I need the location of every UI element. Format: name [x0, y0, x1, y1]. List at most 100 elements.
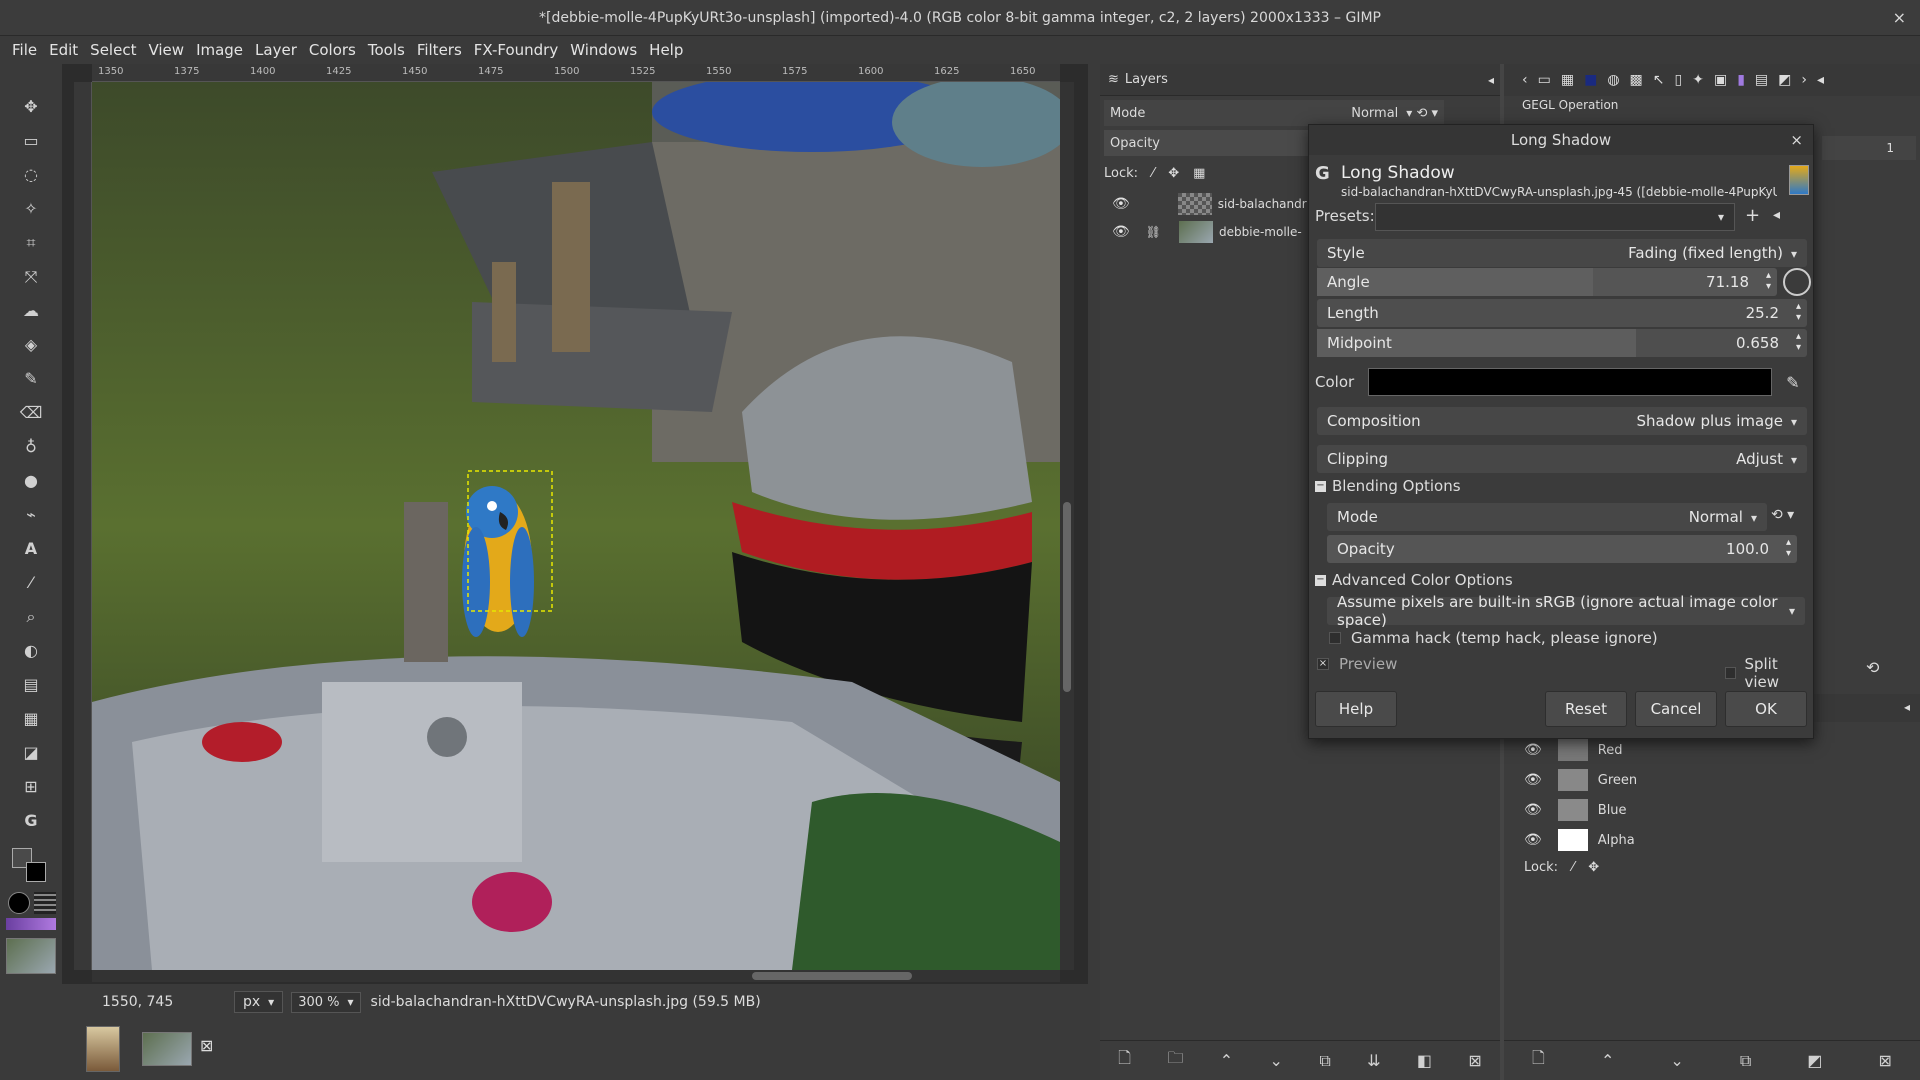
merge-layer-icon[interactable]: ⇊	[1367, 1051, 1380, 1070]
channel-row[interactable]: 👁 Green	[1524, 766, 1914, 794]
blend-mode-select[interactable]: Mode Normal ▾	[1327, 503, 1767, 531]
horizontal-scrollbar[interactable]	[92, 970, 1060, 982]
menu-tools[interactable]: Tools	[362, 41, 411, 59]
warp-tool-icon[interactable]: ☁	[18, 298, 44, 324]
channel-to-selection-icon[interactable]: ◩	[1807, 1051, 1822, 1070]
presets-menu-icon[interactable]: ◂	[1773, 207, 1780, 223]
menu-colors[interactable]: Colors	[303, 41, 362, 59]
brush-preview-icon[interactable]	[8, 892, 30, 914]
visibility-eye-icon[interactable]: 👁	[1112, 224, 1130, 240]
ok-button[interactable]: OK	[1725, 691, 1807, 727]
color-picker-tool-icon[interactable]: ⁄	[18, 570, 44, 596]
opacity-spin-icon[interactable]: ▴ ▾	[1786, 537, 1791, 559]
advanced-color-expander[interactable]: − Advanced Color Options	[1315, 571, 1513, 589]
histogram-icon[interactable]: ▤	[1755, 72, 1768, 88]
preview-checkbox[interactable]: × Preview	[1317, 655, 1397, 673]
menu-select[interactable]: Select	[84, 41, 142, 59]
zoom-select[interactable]: 300 % ▾	[291, 991, 361, 1013]
reset-button[interactable]: Reset	[1545, 691, 1627, 727]
composition-select[interactable]: Composition Shadow plus image ▾	[1317, 407, 1807, 435]
panel-divider[interactable]	[1088, 64, 1100, 1080]
menu-help[interactable]: Help	[643, 41, 689, 59]
gegl-tool-icon[interactable]: ▤	[18, 672, 44, 698]
visibility-eye-icon[interactable]: 👁	[1524, 742, 1542, 758]
pattern-preview-icon[interactable]	[34, 892, 56, 914]
shadow-color-button[interactable]	[1368, 368, 1773, 396]
menu-fx-foundry[interactable]: FX-Foundry	[468, 41, 564, 59]
dodge-tool-icon[interactable]: ◐	[18, 638, 44, 664]
mask-layer-icon[interactable]: ◧	[1417, 1051, 1432, 1070]
delete-channel-icon[interactable]: ⊠	[1879, 1051, 1892, 1070]
color-picker-icon[interactable]: ✎	[1786, 373, 1799, 392]
image-tab-thumbnail[interactable]	[142, 1032, 192, 1066]
menu-edit[interactable]: Edit	[43, 41, 84, 59]
blur-tool-icon[interactable]: ●	[18, 468, 44, 494]
bucket-fill-tool-icon[interactable]: ◈	[18, 332, 44, 358]
lock-pixels-icon[interactable]: ⁄	[1152, 166, 1154, 181]
horizontal-scroll-thumb[interactable]	[752, 972, 912, 980]
gmic-icon[interactable]: G	[18, 808, 44, 834]
dock-menu-icon[interactable]: ◂	[1904, 700, 1910, 714]
path-tool-icon[interactable]: ⌁	[18, 502, 44, 528]
menu-file[interactable]: File	[6, 41, 43, 59]
blending-options-expander[interactable]: − Blending Options	[1315, 477, 1461, 495]
palette-icon[interactable]: ◍	[1607, 72, 1619, 88]
lock-position-icon[interactable]: ✥	[1168, 166, 1179, 181]
text-tool-icon[interactable]: A	[18, 536, 44, 562]
visibility-eye-icon[interactable]: 👁	[1524, 832, 1542, 848]
document-icon[interactable]: ▯	[1675, 72, 1683, 88]
layers-tab[interactable]: Layers	[1125, 72, 1168, 87]
help-button[interactable]: Help	[1315, 691, 1397, 727]
paintbrush-tool-icon[interactable]: ✎	[18, 366, 44, 392]
menu-filters[interactable]: Filters	[411, 41, 468, 59]
angle-slider[interactable]: Angle 71.18 ▴ ▾	[1317, 268, 1777, 296]
visibility-eye-icon[interactable]: 👁	[1524, 802, 1542, 818]
image-tab-thumbnail[interactable]	[86, 1026, 120, 1072]
style-select[interactable]: Style Fading (fixed length) ▾	[1317, 239, 1807, 267]
unit-select[interactable]: px ▾	[234, 991, 284, 1013]
brush-icon[interactable]: ✦	[1692, 72, 1704, 88]
gamma-hack-checkbox[interactable]: Gamma hack (temp hack, please ignore)	[1329, 629, 1658, 647]
display-icon[interactable]: ▭	[1538, 72, 1551, 88]
background-color-swatch[interactable]	[26, 862, 46, 882]
new-group-icon[interactable]: 🗀	[1167, 1047, 1183, 1074]
duplicate-layer-icon[interactable]: ⧉	[1319, 1051, 1330, 1071]
nav-right-icon[interactable]: ›	[1801, 72, 1807, 88]
zoom-tool-icon[interactable]: ⌕	[18, 604, 44, 630]
dialog-close-button[interactable]: ×	[1790, 125, 1803, 155]
angle-spin-icon[interactable]: ▴ ▾	[1766, 270, 1771, 292]
length-spin-icon[interactable]: ▴ ▾	[1796, 301, 1801, 323]
lock-pixels-icon[interactable]: ⁄	[1572, 860, 1574, 875]
dashboard-icon[interactable]: ◩	[1778, 72, 1791, 88]
channel-row[interactable]: 👁 Alpha	[1524, 826, 1914, 854]
clone-tool-icon[interactable]: ♁	[18, 434, 44, 460]
transform-tool-icon[interactable]: ⤧	[18, 264, 44, 290]
new-channel-icon[interactable]: 🗋	[1532, 1047, 1545, 1074]
channel-row[interactable]: 👁 Red	[1524, 736, 1914, 764]
angle-dial-icon[interactable]	[1783, 268, 1811, 296]
new-layer-icon[interactable]: 🗋	[1118, 1047, 1131, 1074]
curves-tool-icon[interactable]: ◪	[18, 740, 44, 766]
color-space-select[interactable]: Assume pixels are built-in sRGB (ignore …	[1327, 593, 1805, 629]
midpoint-spin-icon[interactable]: ▴ ▾	[1796, 331, 1801, 353]
lower-layer-icon[interactable]: ⌄	[1270, 1051, 1283, 1070]
blend-opacity-slider[interactable]: Opacity 100.0 ▴ ▾	[1327, 535, 1797, 563]
image-canvas[interactable]	[92, 82, 1060, 970]
gegl-spin[interactable]: 1	[1822, 136, 1916, 160]
duplicate-channel-icon[interactable]: ⧉	[1740, 1051, 1751, 1071]
move-tool-icon[interactable]: ✥	[18, 94, 44, 120]
vertical-scrollbar[interactable]	[1060, 82, 1074, 970]
midpoint-slider[interactable]: Midpoint 0.658 ▴ ▾	[1317, 329, 1807, 357]
color-icon[interactable]: ■	[1584, 72, 1597, 88]
fuzzy-select-tool-icon[interactable]: ✧	[18, 196, 44, 222]
cancel-button[interactable]: Cancel	[1635, 691, 1717, 727]
reset-icon[interactable]: ⟲	[1866, 658, 1879, 677]
nav-left-icon[interactable]: ‹	[1522, 72, 1528, 88]
vertical-scroll-thumb[interactable]	[1063, 502, 1071, 692]
presets-select[interactable]: ▾	[1375, 203, 1735, 231]
clipboard-icon[interactable]: ▣	[1714, 72, 1727, 88]
menu-view[interactable]: View	[142, 41, 190, 59]
pointer-icon[interactable]: ↖	[1653, 72, 1665, 88]
layer-mode-select[interactable]: Normal ▾ ⟲ ▾	[1351, 106, 1438, 121]
rect-select-tool-icon[interactable]: ▭	[18, 128, 44, 154]
